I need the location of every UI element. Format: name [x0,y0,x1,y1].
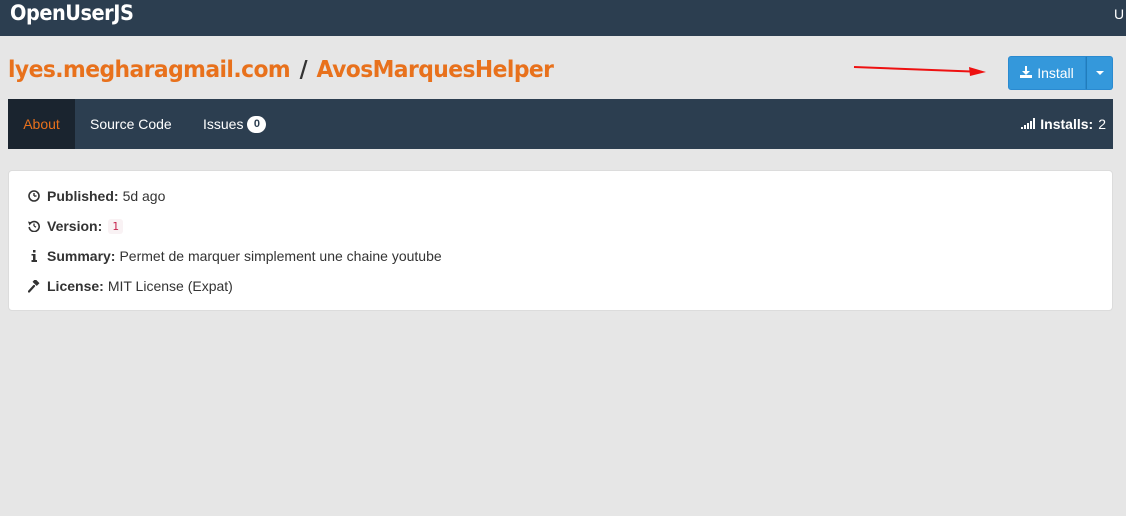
caret-down-icon [1095,71,1104,75]
license-label: License: [47,278,104,294]
history-icon [27,220,41,232]
script-details-panel: Published: 5d ago Version: 1 Summary: Pe… [8,170,1113,311]
summary-label: Summary: [47,248,116,264]
installs-stat: Installs: 2 [1021,99,1106,149]
summary-row: Summary: Permet de marquer simplement un… [27,246,442,266]
gavel-icon [27,279,41,293]
published-row: Published: 5d ago [27,186,165,206]
script-name-link[interactable]: AvosMarquesHelper [317,57,554,83]
title-separator: / [299,57,308,83]
site-logo[interactable]: OpenUserJS [10,1,134,25]
license-value: MIT License (Expat) [107,278,233,294]
tab-issues-label: Issues [203,116,244,132]
annotation-arrow [853,66,986,76]
install-label: Install [1037,65,1074,81]
top-navbar: OpenUserJS U [0,0,1126,36]
topbar-user-menu[interactable]: U [1114,6,1126,22]
script-navbar: About Source Code Issues 0 Installs: 2 [8,99,1113,149]
tab-issues[interactable]: Issues 0 [203,99,267,149]
install-options-toggle[interactable] [1086,56,1113,90]
tab-source-code-label: Source Code [90,116,172,132]
install-button[interactable]: Install [1008,56,1086,90]
info-icon [27,250,41,262]
version-value: 1 [108,218,123,234]
installs-value: 2 [1098,116,1106,132]
version-label: Version: [47,218,103,234]
tab-about[interactable]: About [8,99,75,149]
published-label: Published: [47,188,119,204]
installs-label: Installs: [1040,116,1094,132]
tab-about-label: About [23,116,60,132]
version-row: Version: 1 [27,216,123,236]
issues-count-badge: 0 [247,115,267,133]
page-title: lyes.megharagmail.com / AvosMarquesHelper [8,57,554,91]
summary-value: Permet de marquer simplement une chaine … [119,248,442,264]
tab-source-code[interactable]: Source Code [90,99,172,149]
author-link[interactable]: lyes.megharagmail.com [8,57,291,83]
clock-icon [27,190,41,202]
published-value: 5d ago [122,188,166,204]
license-row: License: MIT License (Expat) [27,276,233,296]
install-button-group: Install [1008,56,1113,90]
signal-bars-icon [1021,99,1036,149]
download-icon [1020,65,1033,81]
